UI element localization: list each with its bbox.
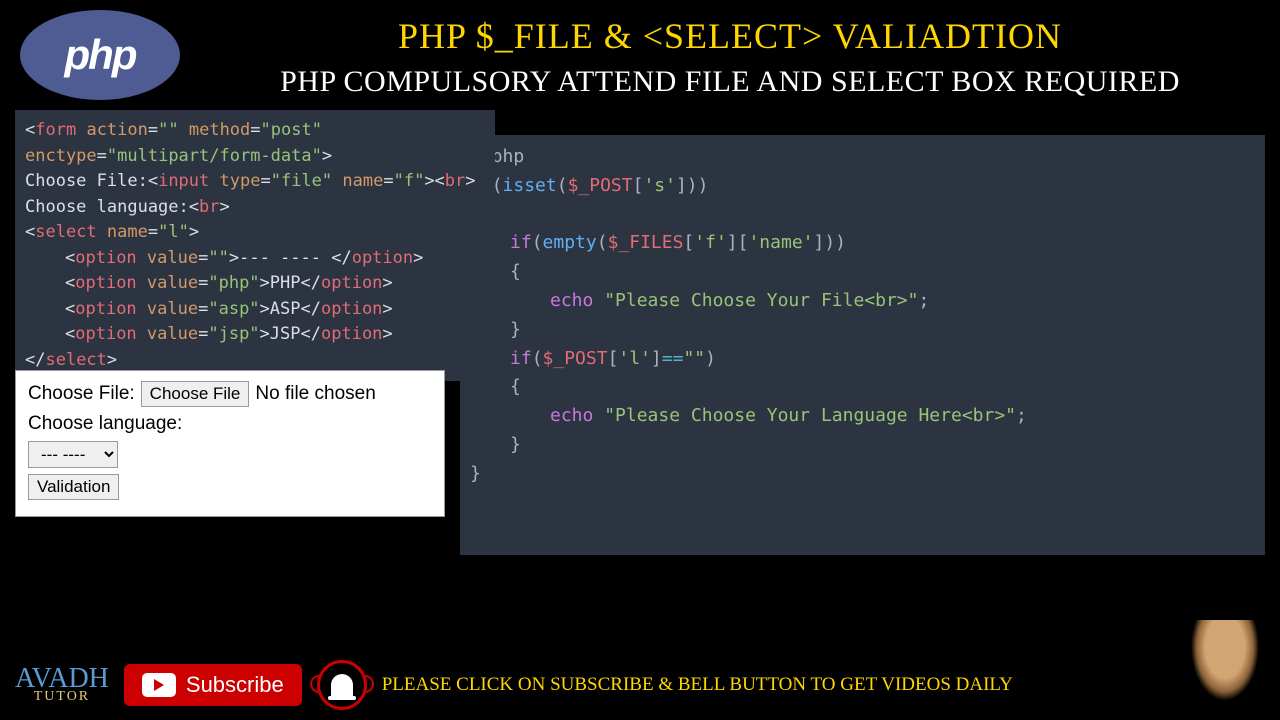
language-label: Choose language: — [28, 413, 182, 435]
language-select[interactable]: --- ---- — [28, 441, 118, 468]
code-line: } — [470, 431, 1255, 460]
footer: AVADH TUTOR Subscribe PLEASE CLICK ON SU… — [0, 650, 1280, 720]
youtube-icon — [142, 673, 176, 697]
no-file-text: No file chosen — [255, 383, 375, 405]
code-line: <option value="php">PHP</option> — [25, 271, 485, 297]
lang-label-row: Choose language: — [28, 413, 432, 435]
code-line: Choose language:<br> — [25, 195, 485, 221]
validation-button[interactable]: Validation — [28, 474, 119, 500]
subscribe-button[interactable]: Subscribe — [124, 664, 302, 706]
file-label: Choose File: — [28, 383, 135, 405]
brand-name: AVADH — [15, 666, 109, 691]
code-line: echo "Please Choose Your File<br>"; — [470, 287, 1255, 316]
code-line: { — [470, 258, 1255, 287]
code-line: echo "Please Choose Your Language Here<b… — [470, 402, 1255, 431]
bell-button[interactable] — [317, 660, 367, 710]
code-line: <?php — [470, 143, 1255, 172]
brand-logo: AVADH TUTOR — [15, 666, 109, 704]
code-line: } — [470, 316, 1255, 345]
code-line: { — [470, 201, 1255, 230]
header: php PHP $_FILE & <SELECT> VALIADTION PHP… — [0, 0, 1280, 110]
php-logo-text: php — [65, 31, 136, 79]
title-sub: PHP COMPULSORY ATTEND FILE AND SELECT BO… — [200, 65, 1260, 99]
subscribe-label: Subscribe — [186, 672, 284, 698]
code-line: <option value="">--- ---- </option> — [25, 246, 485, 272]
code-line: Choose File:<input type="file" name="f">… — [25, 169, 485, 195]
code-line: } — [470, 460, 1255, 489]
code-line: <select name="l"> — [25, 220, 485, 246]
code-editor-left[interactable]: <form action="" method="post" enctype="m… — [15, 110, 495, 381]
title-main: PHP $_FILE & <SELECT> VALIADTION — [200, 15, 1260, 57]
code-line: if(empty($_FILES['f']['name'])) — [470, 229, 1255, 258]
lang-select-row: --- ---- — [28, 441, 432, 468]
browser-preview: Choose File: Choose File No file chosen … — [15, 370, 445, 517]
code-line: { — [470, 373, 1255, 402]
choose-file-button[interactable]: Choose File — [141, 381, 250, 407]
file-row: Choose File: Choose File No file chosen — [28, 381, 432, 407]
bell-icon — [331, 674, 353, 696]
code-editor-right[interactable]: <?php if(isset($_POST['s'])) { if(empty(… — [460, 135, 1265, 555]
code-line: if(isset($_POST['s'])) — [470, 172, 1255, 201]
submit-row: Validation — [28, 474, 432, 500]
code-line: <form action="" method="post" enctype="m… — [25, 118, 485, 169]
code-line: if($_POST['l']=="") — [470, 345, 1255, 374]
code-line: <option value="asp">ASP</option> — [25, 297, 485, 323]
php-logo: php — [20, 10, 180, 100]
footer-cta: PLEASE CLICK ON SUBSCRIBE & BELL BUTTON … — [382, 674, 1265, 696]
presenter-photo — [1185, 620, 1265, 710]
code-line: <option value="jsp">JSP</option> — [25, 322, 485, 348]
title-block: PHP $_FILE & <SELECT> VALIADTION PHP COM… — [200, 10, 1260, 99]
